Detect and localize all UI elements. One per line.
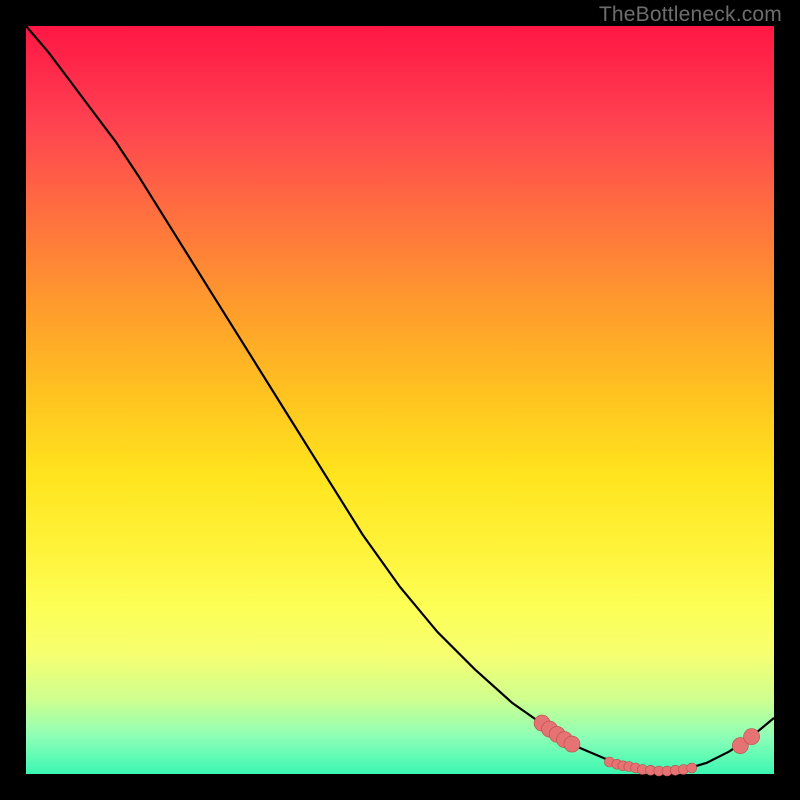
- plot-area: [26, 26, 774, 774]
- data-markers: [534, 715, 760, 776]
- chart-svg: [26, 26, 774, 774]
- chart-frame: TheBottleneck.com: [0, 0, 800, 800]
- data-point: [687, 763, 697, 773]
- bottleneck-curve: [26, 26, 774, 771]
- data-point: [564, 736, 580, 752]
- watermark-text: TheBottleneck.com: [599, 3, 782, 27]
- data-point: [744, 729, 760, 745]
